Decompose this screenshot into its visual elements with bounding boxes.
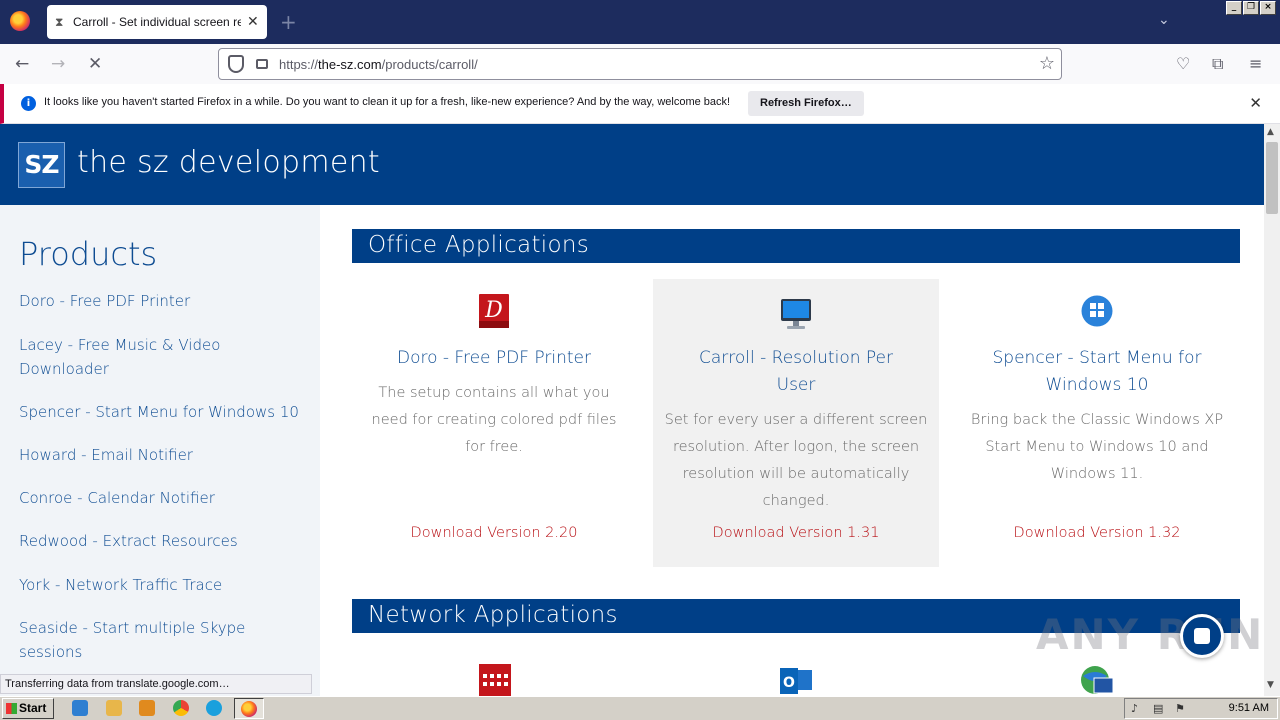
firefox-taskbar-button[interactable] (234, 698, 264, 719)
menu-hamburger-icon[interactable]: ≡ (1249, 54, 1262, 73)
page-scrollbar[interactable]: ▲ ▼ (1264, 124, 1280, 696)
windows-logo-icon (1081, 295, 1113, 327)
stop-loading-icon[interactable]: ✕ (88, 54, 102, 74)
scroll-up-arrow-icon[interactable]: ▲ (1267, 127, 1274, 137)
sidebar-item-lacey[interactable]: Lacey - Free Music & Video Downloader (19, 333, 249, 381)
edge-icon[interactable] (206, 700, 222, 716)
restore-button[interactable]: ❐ (1243, 1, 1259, 15)
sidebar-item-doro[interactable]: Doro - Free PDF Printer (19, 289, 309, 313)
windows-taskbar: Start ♪ ▤ ⚑ 9:51 AM (0, 696, 1280, 720)
sidebar-heading: Products (19, 235, 158, 273)
close-window-button[interactable]: × (1260, 1, 1276, 15)
globe-network-icon (1081, 666, 1114, 694)
download-link[interactable]: Download Version 2.20 (351, 525, 637, 541)
product-card-carroll: Carroll - Resolution Per User Set for ev… (653, 279, 939, 567)
firefox-icon (241, 701, 257, 717)
list-all-tabs-chevron-icon[interactable]: ⌄ (1158, 12, 1170, 28)
volume-icon[interactable]: ♪ (1131, 702, 1144, 715)
card-title[interactable]: Doro - Free PDF Printer (351, 345, 637, 372)
start-label: Start (19, 701, 47, 715)
bookmark-star-icon[interactable]: ☆ (1039, 53, 1055, 74)
new-tab-button[interactable]: + (280, 10, 297, 34)
refresh-firefox-button[interactable]: Refresh Firefox… (748, 91, 864, 116)
firefox-logo-icon[interactable] (10, 11, 30, 31)
site-title[interactable]: the sz development (77, 145, 380, 180)
info-icon: i (21, 96, 36, 111)
internet-explorer-icon[interactable] (72, 700, 88, 716)
card-description: The setup contains all what you need for… (371, 385, 617, 455)
loading-hourglass-icon: ⧗ (55, 14, 64, 29)
download-link[interactable]: Download Version 1.31 (653, 525, 939, 541)
start-button[interactable]: Start (2, 698, 54, 719)
clock[interactable]: 9:51 AM (1229, 702, 1269, 714)
tracking-protection-shield-icon[interactable] (228, 55, 244, 73)
card-title[interactable]: Carroll - Resolution Per User (689, 345, 903, 399)
tab-carroll[interactable]: ⧗ Carroll - Set individual screen resol … (47, 5, 267, 39)
card-title[interactable]: Spencer - Start Menu for Windows 10 (974, 345, 1220, 399)
system-tray: ♪ ▤ ⚑ 9:51 AM (1124, 698, 1278, 719)
chat-widget-button[interactable] (1180, 614, 1224, 658)
card-description: Bring back the Classic Windows XP Start … (970, 412, 1224, 482)
tab-close-icon[interactable]: ✕ (247, 14, 259, 30)
status-bar: Transferring data from translate.google.… (0, 674, 312, 694)
scroll-down-arrow-icon[interactable]: ▼ (1267, 680, 1274, 690)
svg-text:D: D (484, 298, 503, 323)
sidebar-item-howard[interactable]: Howard - Email Notifier (19, 443, 309, 467)
minimize-button[interactable]: _ (1226, 1, 1242, 15)
url-bar[interactable]: https://the-sz.com/products/carroll/ ☆ (218, 48, 1062, 80)
product-card-doro: D Doro - Free PDF Printer The setup cont… (351, 279, 637, 567)
window-controls: _ ❐ × (1226, 1, 1276, 15)
sz-logo[interactable]: SZ (18, 142, 65, 188)
sidebar-item-york[interactable]: York - Network Traffic Trace (19, 573, 309, 597)
chrome-icon[interactable] (173, 700, 189, 716)
scrollbar-thumb[interactable] (1266, 142, 1278, 214)
pdf-printer-icon: D (479, 294, 509, 328)
sidebar-item-redwood[interactable]: Redwood - Extract Resources (19, 529, 309, 553)
chat-icon (1194, 628, 1210, 644)
outlook-icon: O (780, 668, 812, 694)
notification-close-icon[interactable]: ✕ (1249, 94, 1262, 112)
file-explorer-icon[interactable] (106, 700, 122, 716)
forward-arrow-icon[interactable]: → (51, 54, 65, 74)
lock-icon[interactable] (256, 59, 268, 69)
products-sidebar: Products Doro - Free PDF Printer Lacey -… (0, 205, 320, 696)
extensions-icon[interactable]: ⧉ (1212, 54, 1223, 74)
notification-message: It looks like you haven't started Firefo… (44, 96, 731, 108)
monitor-icon (781, 299, 811, 329)
section-office-applications: Office Applications (352, 229, 1240, 263)
network-icon[interactable]: ▤ (1153, 702, 1166, 715)
download-link[interactable]: Download Version 1.32 (954, 525, 1240, 541)
svg-text:O: O (783, 675, 795, 691)
flag-icon[interactable]: ⚑ (1175, 702, 1188, 715)
browser-tab-bar: ⧗ Carroll - Set individual screen resol … (0, 0, 1280, 44)
product-card-spencer: Spencer - Start Menu for Windows 10 Brin… (954, 279, 1240, 567)
tab-title: Carroll - Set individual screen resol (73, 15, 241, 29)
pocket-icon[interactable]: ♡ (1176, 54, 1190, 73)
card-description: Set for every user a different screen re… (664, 412, 928, 509)
site-header: SZ the sz development (0, 124, 1264, 205)
media-player-icon[interactable] (139, 700, 155, 716)
sidebar-item-conroe[interactable]: Conroe - Calendar Notifier (19, 486, 309, 510)
windows-flag-icon (6, 703, 17, 714)
anyrun-watermark: ANY RUN (1036, 610, 1265, 659)
sidebar-item-spencer[interactable]: Spencer - Start Menu for Windows 10 (19, 400, 309, 424)
back-arrow-icon[interactable]: ← (15, 54, 29, 74)
url-text[interactable]: https://the-sz.com/products/carroll/ (279, 57, 478, 72)
network-trace-icon (479, 664, 511, 696)
section-title: Network Applications (368, 602, 618, 628)
sidebar-item-seaside[interactable]: Seaside - Start multiple Skype sessions (19, 616, 249, 664)
section-title: Office Applications (368, 232, 589, 258)
refresh-firefox-notification: i It looks like you haven't started Fire… (0, 84, 1280, 124)
